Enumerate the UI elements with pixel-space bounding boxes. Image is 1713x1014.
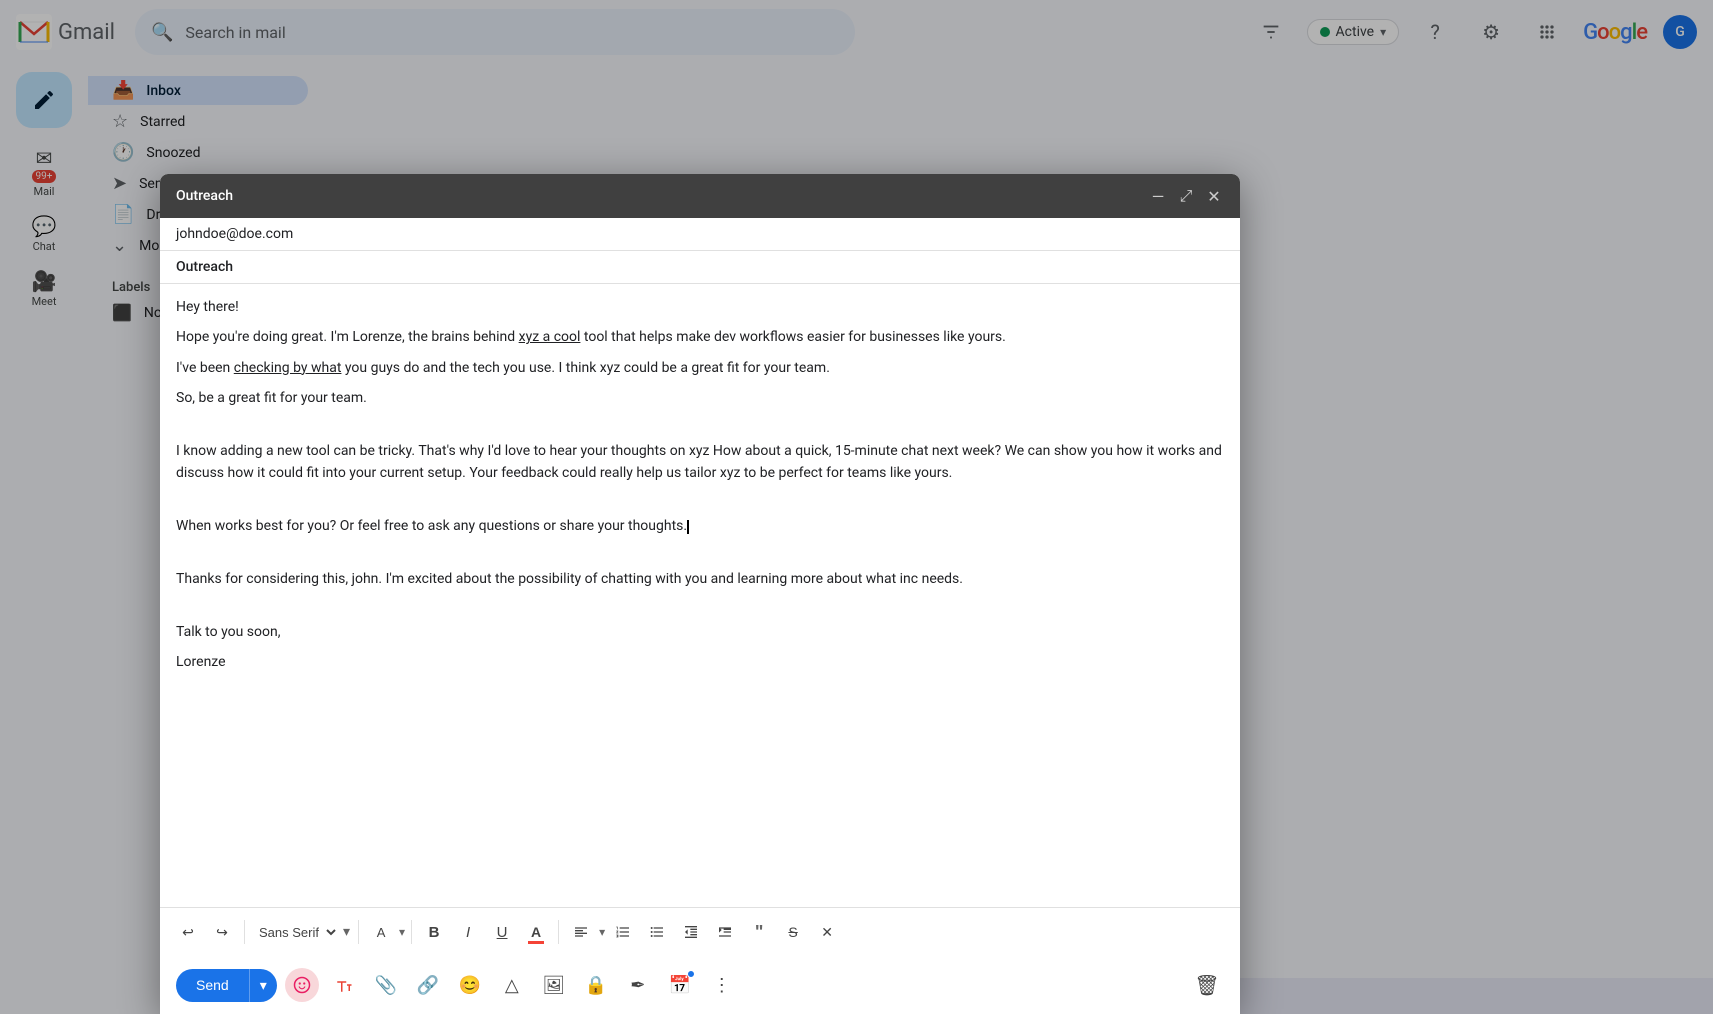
- send-button-group: Send ▾: [176, 969, 277, 1002]
- text-cursor: [687, 520, 689, 534]
- ordered-list-button[interactable]: [607, 916, 639, 948]
- send-dropdown-button[interactable]: ▾: [249, 969, 277, 1002]
- font-size-button[interactable]: A: [365, 916, 397, 948]
- compose-body[interactable]: Hey there! Hope you're doing great. I'm …: [160, 284, 1240, 907]
- toolbar-separator-4: [558, 920, 559, 944]
- italic-button[interactable]: I: [452, 916, 484, 948]
- toolbar-separator-2: [358, 920, 359, 944]
- send-button[interactable]: Send: [176, 969, 249, 1002]
- photo-button[interactable]: 🖼: [537, 968, 571, 1002]
- underline-button[interactable]: U: [486, 916, 518, 948]
- compose-title: Outreach: [176, 188, 233, 204]
- remove-format-button[interactable]: ✕: [811, 916, 843, 948]
- align-button[interactable]: [565, 916, 597, 948]
- body-p6: Thanks for considering this, john. I'm e…: [176, 568, 1224, 590]
- lock-button[interactable]: 🔒: [579, 968, 613, 1002]
- quote-button[interactable]: ": [743, 916, 775, 948]
- indent-less-button[interactable]: [675, 916, 707, 948]
- more-options-button[interactable]: ⋮: [705, 968, 739, 1002]
- unordered-list-button[interactable]: [641, 916, 673, 948]
- schedule-button[interactable]: 📅: [663, 968, 697, 1002]
- body-p4: I know adding a new tool can be tricky. …: [176, 440, 1224, 485]
- compose-controls: — ⤢ ✕: [1148, 186, 1224, 206]
- attach-button[interactable]: 📎: [369, 968, 403, 1002]
- compose-subject-field[interactable]: Outreach: [160, 251, 1240, 284]
- link-button[interactable]: 🔗: [411, 968, 445, 1002]
- body-p3: So, be a great fit for your team.: [176, 387, 1224, 409]
- redo-button[interactable]: ↪: [206, 916, 238, 948]
- close-button[interactable]: ✕: [1204, 186, 1224, 206]
- body-greeting: Hey there!: [176, 296, 1224, 318]
- compose-titlebar: Outreach — ⤢ ✕: [160, 174, 1240, 218]
- drive-button[interactable]: △: [495, 968, 529, 1002]
- minimize-button[interactable]: —: [1148, 186, 1168, 206]
- emoji-button[interactable]: 😊: [453, 968, 487, 1002]
- body-p2: I've been checking by what you guys do a…: [176, 357, 1224, 379]
- expand-button[interactable]: ⤢: [1176, 186, 1196, 206]
- indent-more-button[interactable]: [709, 916, 741, 948]
- body-p5: When works best for you? Or feel free to…: [176, 515, 1224, 537]
- compose-subject-value: Outreach: [176, 259, 233, 275]
- xyz-underlined: xyz a cool: [519, 329, 581, 345]
- compose-window: Outreach — ⤢ ✕ johndoe@doe.com Outreach …: [160, 174, 1240, 1014]
- font-select[interactable]: Sans Serif: [251, 917, 339, 947]
- body-closing2: Lorenze: [176, 651, 1224, 673]
- toolbar-separator-1: [244, 920, 245, 944]
- toolbar-separator-3: [411, 920, 412, 944]
- send-row: Send ▾ 📎 🔗 😊 △ 🖼 🔒 ✒ 📅 ⋮ 🗑: [160, 956, 1240, 1014]
- body-p1: Hope you're doing great. I'm Lorenze, th…: [176, 326, 1224, 348]
- text-format-button[interactable]: [327, 968, 361, 1002]
- formatting-toolbar: ↩ ↪ Sans Serif ▾ A ▾ B I U A ▾: [160, 907, 1240, 956]
- bold-button[interactable]: B: [418, 916, 450, 948]
- emoji-color-button[interactable]: [285, 968, 319, 1002]
- discard-button[interactable]: 🗑: [1190, 968, 1224, 1002]
- checking-underlined: checking by what: [234, 360, 342, 376]
- undo-button[interactable]: ↩: [172, 916, 204, 948]
- body-closing1: Talk to you soon,: [176, 621, 1224, 643]
- strikethrough-button[interactable]: S: [777, 916, 809, 948]
- compose-to-field[interactable]: johndoe@doe.com: [160, 218, 1240, 251]
- compose-to-value: johndoe@doe.com: [176, 226, 293, 242]
- text-color-button[interactable]: A: [520, 916, 552, 948]
- signature-button[interactable]: ✒: [621, 968, 655, 1002]
